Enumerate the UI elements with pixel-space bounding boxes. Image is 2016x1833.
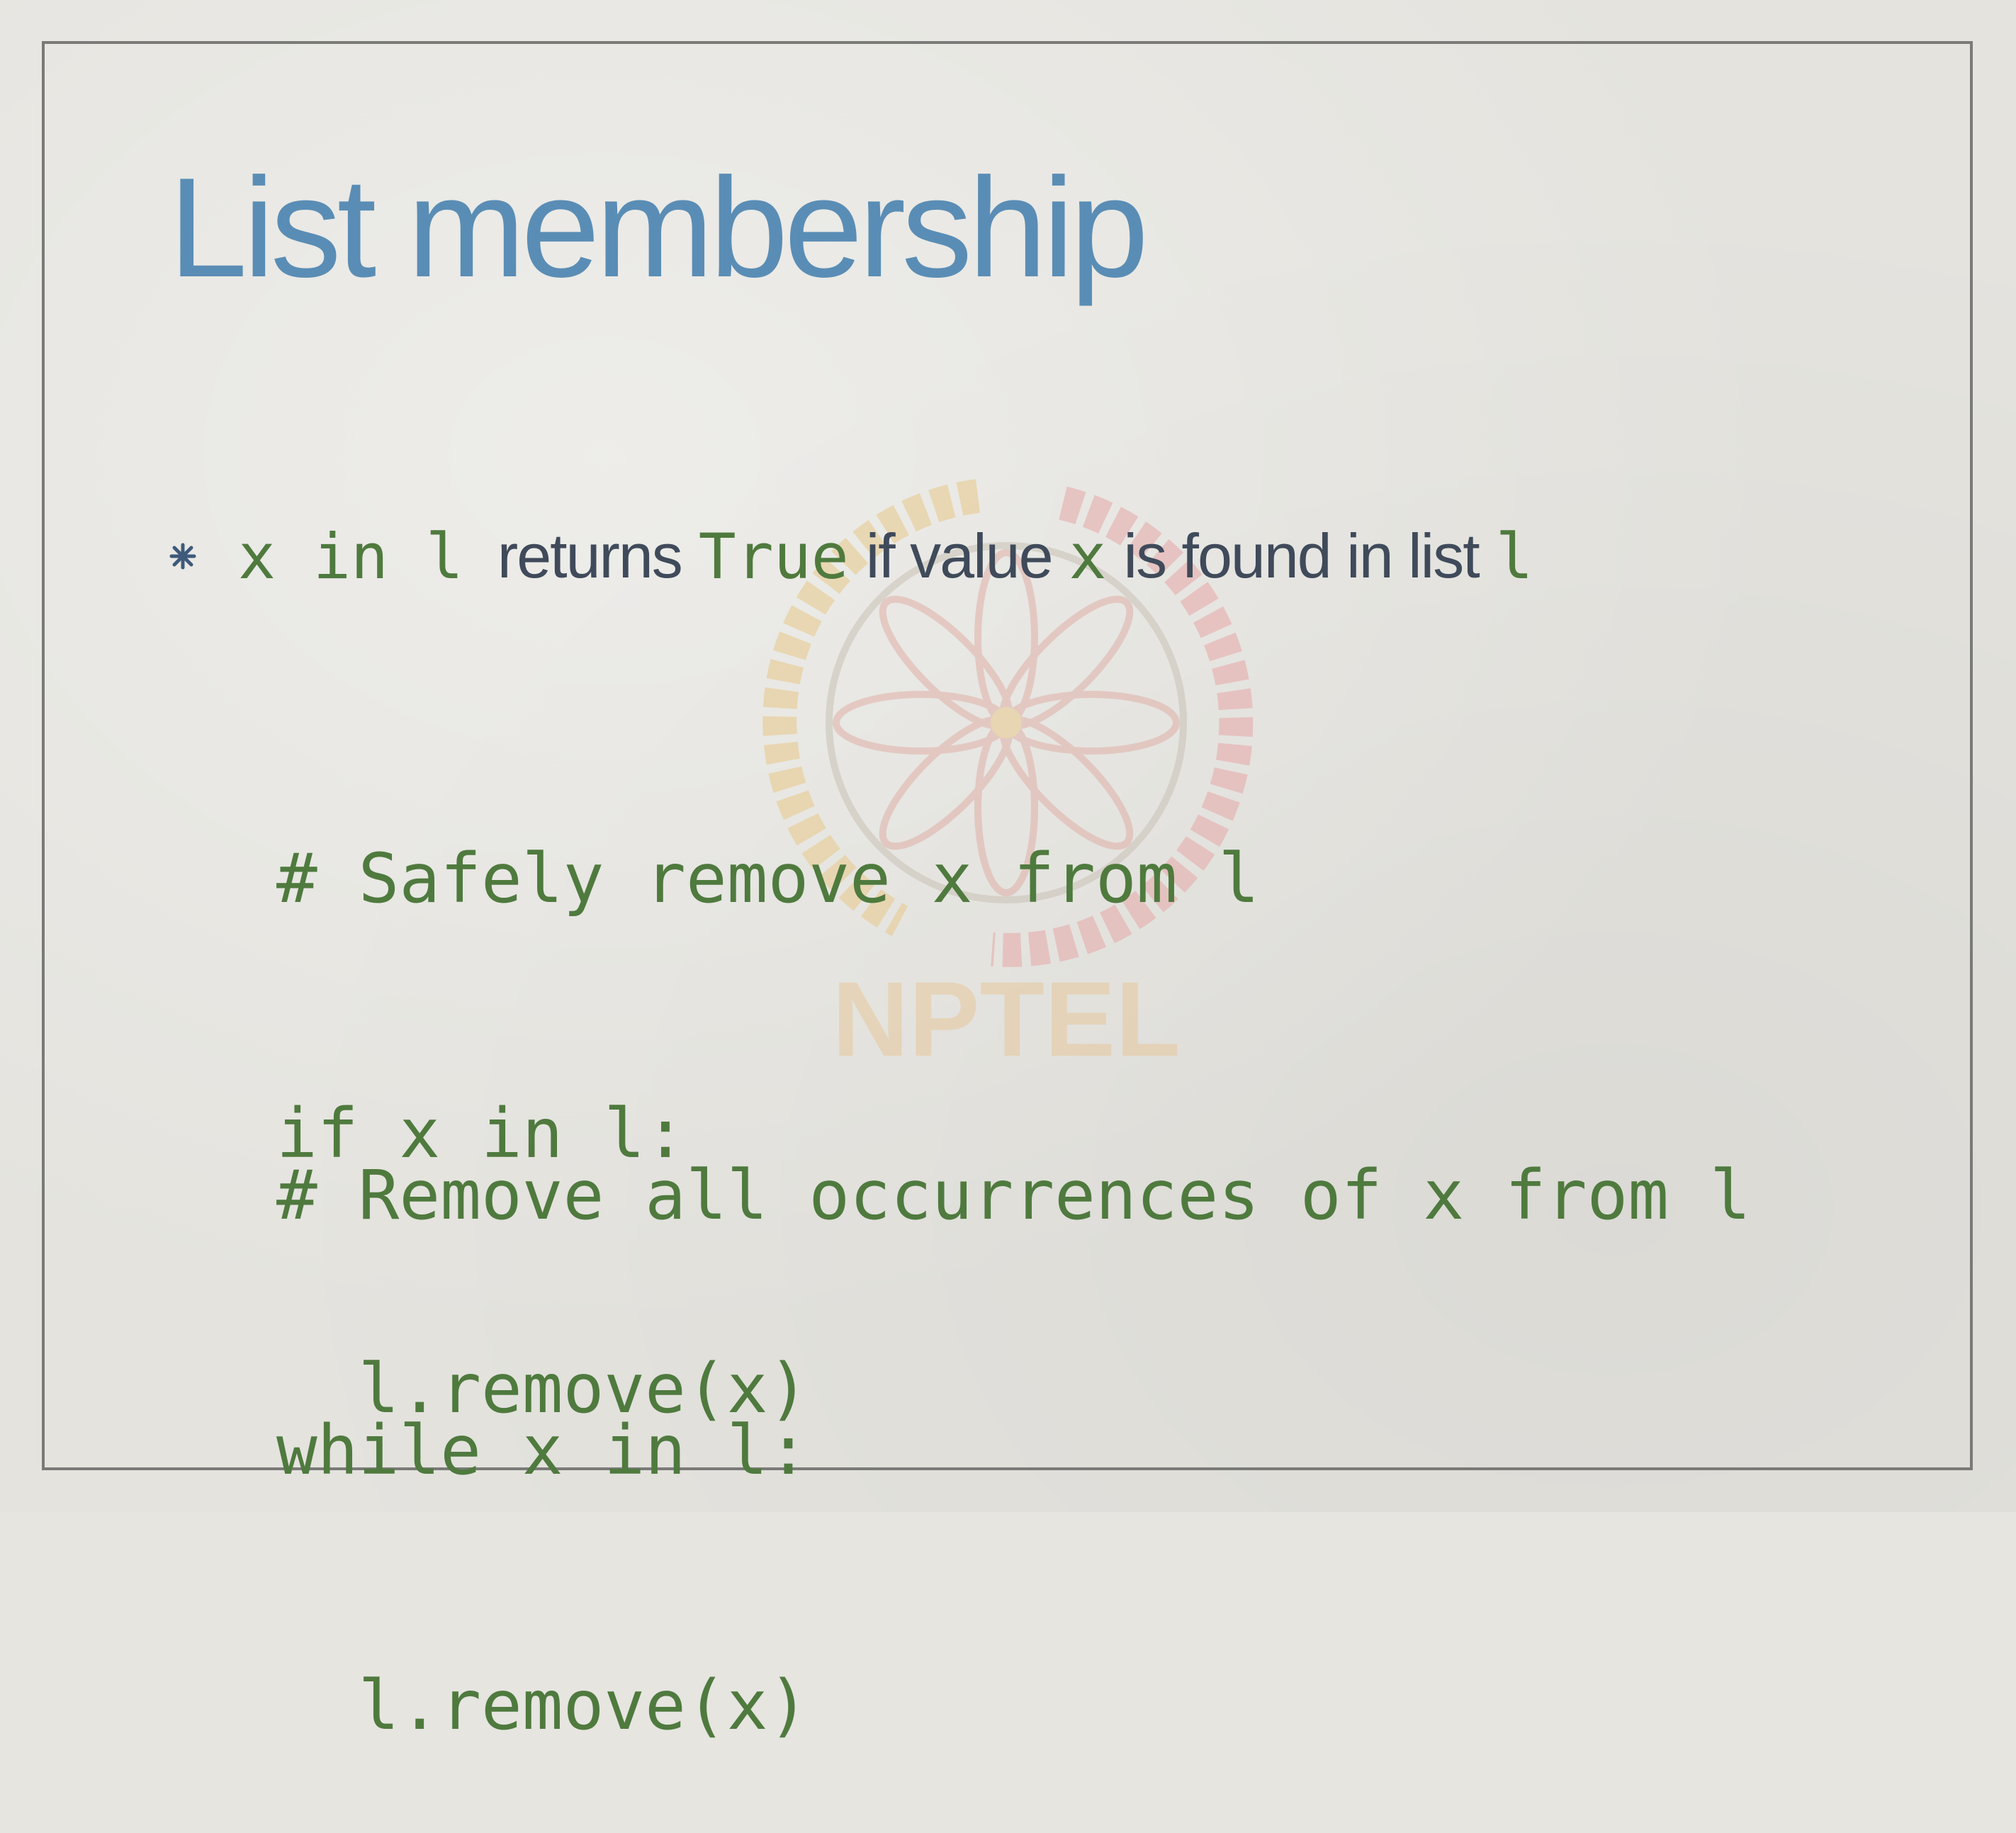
text-is-found: is found in list	[1123, 521, 1480, 591]
text-returns: returns	[497, 521, 683, 591]
code-true: True	[698, 519, 849, 593]
code-x: x	[1069, 519, 1107, 593]
code-line: while x in l:	[276, 1411, 809, 1490]
code-l: l	[1495, 519, 1533, 593]
code-line: # Safely remove x from l	[276, 839, 1260, 918]
code-block-remove-all: # Remove all occurrences of x from l whi…	[276, 983, 1751, 1833]
code-line: l.remove(x)	[276, 1666, 809, 1745]
code-expr: x in l	[238, 519, 463, 593]
text-if-value: if value	[865, 521, 1054, 591]
bullet-item: x in l returns True if value x is found …	[169, 517, 1533, 595]
code-line: # Remove all occurrences of x from l	[276, 1156, 1751, 1235]
slide-title: List membership	[169, 149, 1149, 307]
asterisk-bullet-icon	[169, 543, 196, 570]
